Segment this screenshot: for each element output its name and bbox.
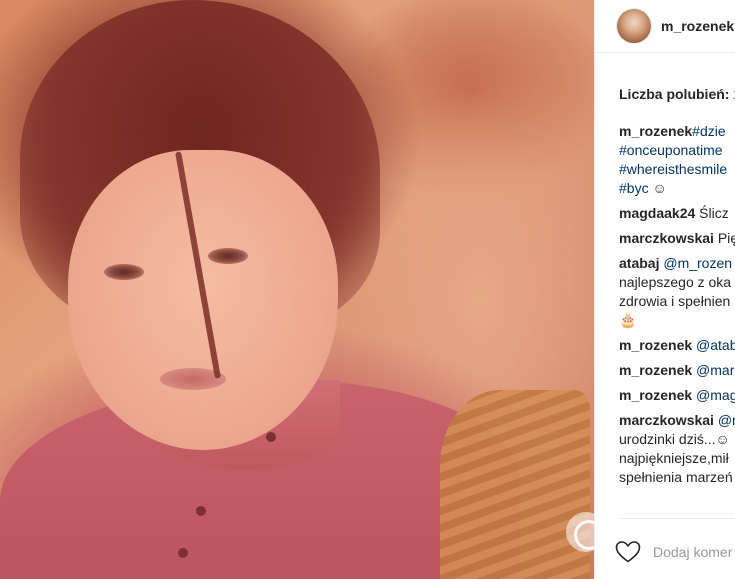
comment-line: najlepszego z oka <box>619 273 735 292</box>
comment-item: m_rozenek#dzie #onceuponatime #whereisthes… <box>619 122 735 198</box>
comment-line: #whereisthesmile <box>619 160 735 179</box>
comment-line: zdrowia i spełnien <box>619 292 735 311</box>
comment-username[interactable]: m_rozenek <box>619 362 692 378</box>
comment-bar: Dodaj komer <box>615 540 732 564</box>
comment-username[interactable]: atabaj <box>619 255 659 271</box>
comment-hashtag-link[interactable]: #byc <box>619 180 649 196</box>
comment-text: ☺ <box>648 180 667 196</box>
comment-line: #onceuponatime <box>619 141 735 160</box>
photo-shirt-button <box>178 548 188 558</box>
comment-text: 🎂 <box>619 312 637 328</box>
photo-eye-right <box>208 248 248 264</box>
photo-shirt-button <box>266 432 276 442</box>
post-username[interactable]: m_rozenek <box>661 18 734 34</box>
comment-line: magdaak24 Ślicz <box>619 204 735 223</box>
comment-username[interactable]: m_rozenek <box>619 337 692 353</box>
comment-line: #byc ☺ <box>619 179 735 198</box>
likes-count[interactable]: Liczba polubień: 1 <box>619 86 735 102</box>
comment-hashtag-link[interactable]: #onceuponatime <box>619 142 723 158</box>
comment-username[interactable]: magdaak24 <box>619 205 695 221</box>
comment-text: spełnienia marzeń <box>619 469 733 485</box>
comment-hashtag-link[interactable]: @m <box>714 412 735 428</box>
comment-line: marczkowskai @m <box>619 411 735 430</box>
post-photo[interactable] <box>0 0 594 579</box>
comment-line: m_rozenek @atab <box>619 336 735 355</box>
comment-line: m_rozenek @mar <box>619 361 735 380</box>
avatar[interactable] <box>617 9 651 43</box>
comments-list: m_rozenek#dzie #onceuponatime #whereisthes… <box>619 122 735 493</box>
divider <box>619 518 735 519</box>
comment-username[interactable]: m_rozenek <box>619 387 692 403</box>
comment-username[interactable]: m_rozenek <box>619 123 692 139</box>
comment-username[interactable]: marczkowskai <box>619 230 714 246</box>
comment-hashtag-link[interactable]: #whereisthesmile <box>619 161 727 177</box>
comment-text: zdrowia i spełnien <box>619 293 731 309</box>
comment-line: m_rozenek @mag <box>619 386 735 405</box>
comment-line: marczkowskai Pię <box>619 229 735 248</box>
comment-text: urodzinki dziś...☺ <box>619 431 730 447</box>
comment-item: m_rozenek @atab <box>619 336 735 355</box>
comment-item: marczkowskai Pię <box>619 229 735 248</box>
comment-hashtag-link[interactable]: @mag <box>692 387 735 403</box>
comment-line: atabaj @m_rozen <box>619 254 735 273</box>
comment-line: 🎂 <box>619 311 735 330</box>
photo-shirt-button <box>196 506 206 516</box>
comment-text: Ślicz <box>695 205 729 221</box>
photo-eye-left <box>104 264 144 280</box>
heart-outline-icon[interactable] <box>615 540 641 564</box>
comment-text: Pię <box>717 230 735 246</box>
comment-line: m_rozenek#dzie <box>619 122 735 141</box>
post-side-panel: m_rozenek Liczba polubień: 1 m_rozenek#d… <box>594 0 735 579</box>
post-header: m_rozenek <box>595 0 735 53</box>
comment-username[interactable]: marczkowskai <box>619 412 714 428</box>
comment-text: najpiękniejsze,mił <box>619 450 729 466</box>
comment-item: m_rozenek @mar <box>619 361 735 380</box>
comment-item: marczkowskai @murodzinki dziś...☺najpięk… <box>619 411 735 487</box>
comment-line: urodzinki dziś...☺ <box>619 430 735 449</box>
comment-hashtag-link[interactable]: @m_rozen <box>659 255 732 271</box>
comment-item: atabaj @m_rozen najlepszego z oka zdrowia … <box>619 254 735 330</box>
photo-chair <box>440 390 590 579</box>
comment-line: najpiękniejsze,mił <box>619 449 735 468</box>
comment-item: m_rozenek @mag <box>619 386 735 405</box>
comment-hashtag-link[interactable]: @atab <box>692 337 735 353</box>
comment-line: spełnienia marzeń <box>619 468 735 487</box>
comment-hashtag-link[interactable]: @mar <box>692 362 734 378</box>
add-comment-input[interactable]: Dodaj komer <box>653 544 732 560</box>
comment-hashtag-link[interactable]: #dzie <box>692 123 725 139</box>
comment-text: najlepszego z oka <box>619 274 732 290</box>
comment-item: magdaak24 Ślicz <box>619 204 735 223</box>
